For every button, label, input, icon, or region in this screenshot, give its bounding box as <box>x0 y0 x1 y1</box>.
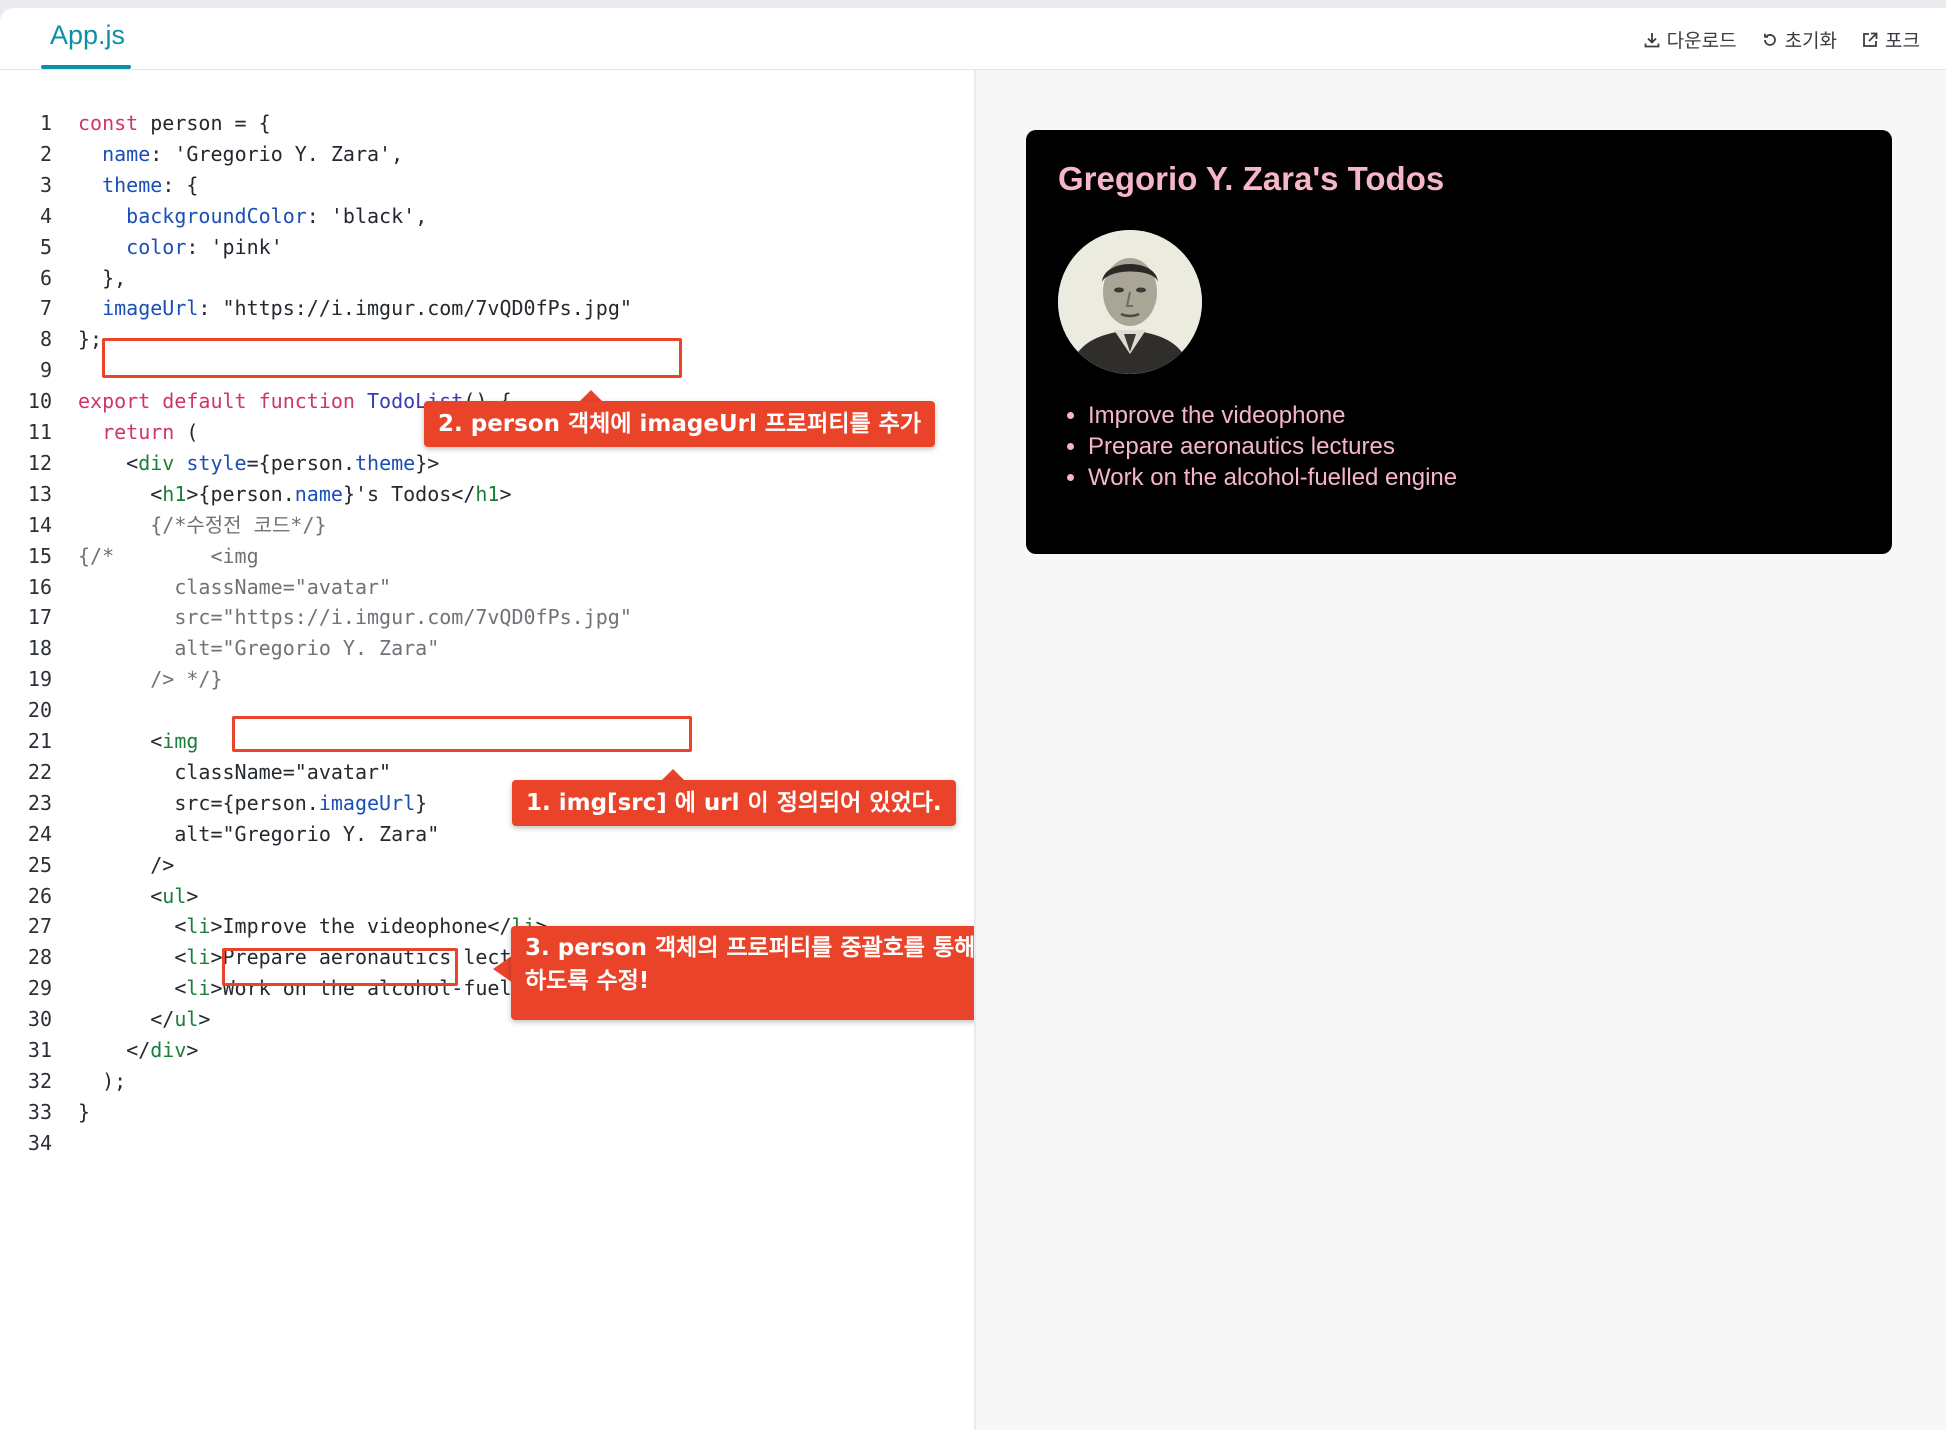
line-number: 22 <box>27 759 52 784</box>
highlight-old-src-url <box>232 716 692 752</box>
callout-2-pointer <box>580 390 602 401</box>
line-number: 6 <box>39 265 52 290</box>
code-text: return ( <box>102 420 199 444</box>
line-number: 19 <box>27 667 52 692</box>
callout-1-pointer <box>662 769 684 780</box>
active-tab-indicator <box>41 65 131 69</box>
external-link-icon <box>1863 32 1878 47</box>
code-text: {/*수정전 코드*/} <box>78 512 327 537</box>
reset-button[interactable]: 초기화 <box>1761 26 1837 53</box>
line-number: 4 <box>39 203 52 228</box>
todo-item: Prepare aeronautics lectures <box>1088 431 1457 462</box>
line-number: 13 <box>27 481 52 506</box>
line-number: 26 <box>27 883 52 908</box>
line-number: 34 <box>27 1130 52 1155</box>
code-text: </div> <box>78 1038 199 1062</box>
code-text: src={person.imageUrl} <box>78 790 428 815</box>
todo-card: Gregorio Y. Zara's Todos Improve the vid… <box>1026 130 1892 554</box>
line-number: 30 <box>27 1007 52 1032</box>
download-button[interactable]: 다운로드 <box>1643 26 1737 53</box>
line-number: 16 <box>27 574 52 599</box>
code-text: name: 'Gregorio Y. Zara', <box>102 141 404 166</box>
callout-3-pointer <box>493 955 513 983</box>
code-text: <ul> <box>78 883 199 908</box>
line-number: 5 <box>39 234 52 259</box>
code-text: className="avatar" <box>78 759 392 784</box>
annotation-2-text: 2. person 객체에 imageUrl 프로퍼티를 추가 <box>438 411 921 437</box>
line-number: 2 <box>39 141 52 166</box>
editor-toolbar: App.js 다운로드 초기화 포크 <box>0 8 1946 70</box>
line-number: 21 <box>27 729 52 753</box>
line-number: 31 <box>27 1038 52 1062</box>
todo-list: Improve the videophone Prepare aeronauti… <box>1058 400 1457 493</box>
line-number: 20 <box>27 698 52 723</box>
code-text: className="avatar" <box>78 574 392 599</box>
line-number: 10 <box>27 389 52 414</box>
line-number: 32 <box>27 1068 52 1093</box>
line-number: 12 <box>27 450 52 475</box>
code-text: }; <box>78 327 103 352</box>
annotation-1: 1. img[src] 에 url 이 정의되어 있었다. <box>512 780 956 826</box>
highlight-new-src-expression <box>222 948 458 986</box>
download-label: 다운로드 <box>1666 30 1737 52</box>
code-text: backgroundColor: 'black', <box>126 203 428 228</box>
sandbox-frame: App.js 다운로드 초기화 포크 1 const person = { 2 na… <box>0 8 1946 1430</box>
fork-label: 포크 <box>1885 30 1920 52</box>
code-text: <div style={person.theme}> <box>78 450 440 475</box>
code-text: ); <box>78 1068 127 1093</box>
line-number: 8 <box>39 327 52 352</box>
code-text: const person = { <box>78 111 271 135</box>
code-text: alt="Gregorio Y. Zara" <box>78 636 440 661</box>
line-number: 3 <box>39 172 52 197</box>
reset-icon <box>1763 33 1776 46</box>
download-icon <box>1644 32 1660 47</box>
line-number: 27 <box>27 914 52 939</box>
code-text: imageUrl: "https://i.imgur.com/7vQD0fPs.… <box>102 296 632 321</box>
todo-item: Improve the videophone <box>1088 400 1457 431</box>
annotation-1-text: 1. img[src] 에 url 이 정의되어 있었다. <box>526 790 942 816</box>
line-number: 33 <box>27 1099 52 1124</box>
line-number: 18 <box>27 636 52 661</box>
code-text: /> */} <box>78 667 223 692</box>
code-text: } <box>78 1099 91 1124</box>
code-text: <li>Improve the videophone</li> <box>78 914 547 939</box>
code-text: /> <box>78 852 175 877</box>
line-number: 23 <box>27 790 52 815</box>
code-text: </ul> <box>78 1007 211 1032</box>
code-text: theme: { <box>102 172 199 197</box>
line-number: 11 <box>27 420 52 444</box>
annotation-2: 2. person 객체에 imageUrl 프로퍼티를 추가 <box>424 401 935 447</box>
code-text: <img <box>78 729 199 753</box>
code-text: }, <box>78 265 127 290</box>
avatar-portrait <box>1058 230 1202 374</box>
line-number: 14 <box>27 512 52 537</box>
line-number: 7 <box>39 296 52 321</box>
fork-button[interactable]: 포크 <box>1861 26 1920 53</box>
line-number: 28 <box>27 945 52 970</box>
tab-app-js[interactable]: App.js <box>50 20 125 51</box>
code-text: alt="Gregorio Y. Zara" <box>78 821 440 846</box>
preview-pane: Gregorio Y. Zara's Todos Improve the vid… <box>976 70 1946 1430</box>
line-number: 15 <box>27 543 52 568</box>
line-number: 24 <box>27 821 52 846</box>
code-text: color: 'pink' <box>126 234 283 259</box>
avatar-image <box>1058 230 1202 374</box>
code-text: src="https://i.imgur.com/7vQD0fPs.jpg" <box>78 605 632 630</box>
toolbar-actions: 다운로드 초기화 포크 <box>1643 26 1920 53</box>
line-number: 17 <box>27 605 52 630</box>
reset-label: 초기화 <box>1784 30 1838 52</box>
line-number: 25 <box>27 852 52 877</box>
code-text: <h1>{person.name}'s Todos</h1> <box>78 481 512 506</box>
code-text: {/* <img <box>78 543 259 568</box>
todo-heading: Gregorio Y. Zara's Todos <box>1058 160 1445 197</box>
todo-item: Work on the alcohol-fuelled engine <box>1088 462 1457 493</box>
line-number: 1 <box>39 111 52 135</box>
code-editor[interactable]: 1 const person = { 2 name: 'Gregorio Y. Za… <box>0 70 1073 1430</box>
highlight-imageurl-property <box>102 338 682 378</box>
line-number: 29 <box>27 976 52 1001</box>
line-number: 9 <box>39 358 52 383</box>
